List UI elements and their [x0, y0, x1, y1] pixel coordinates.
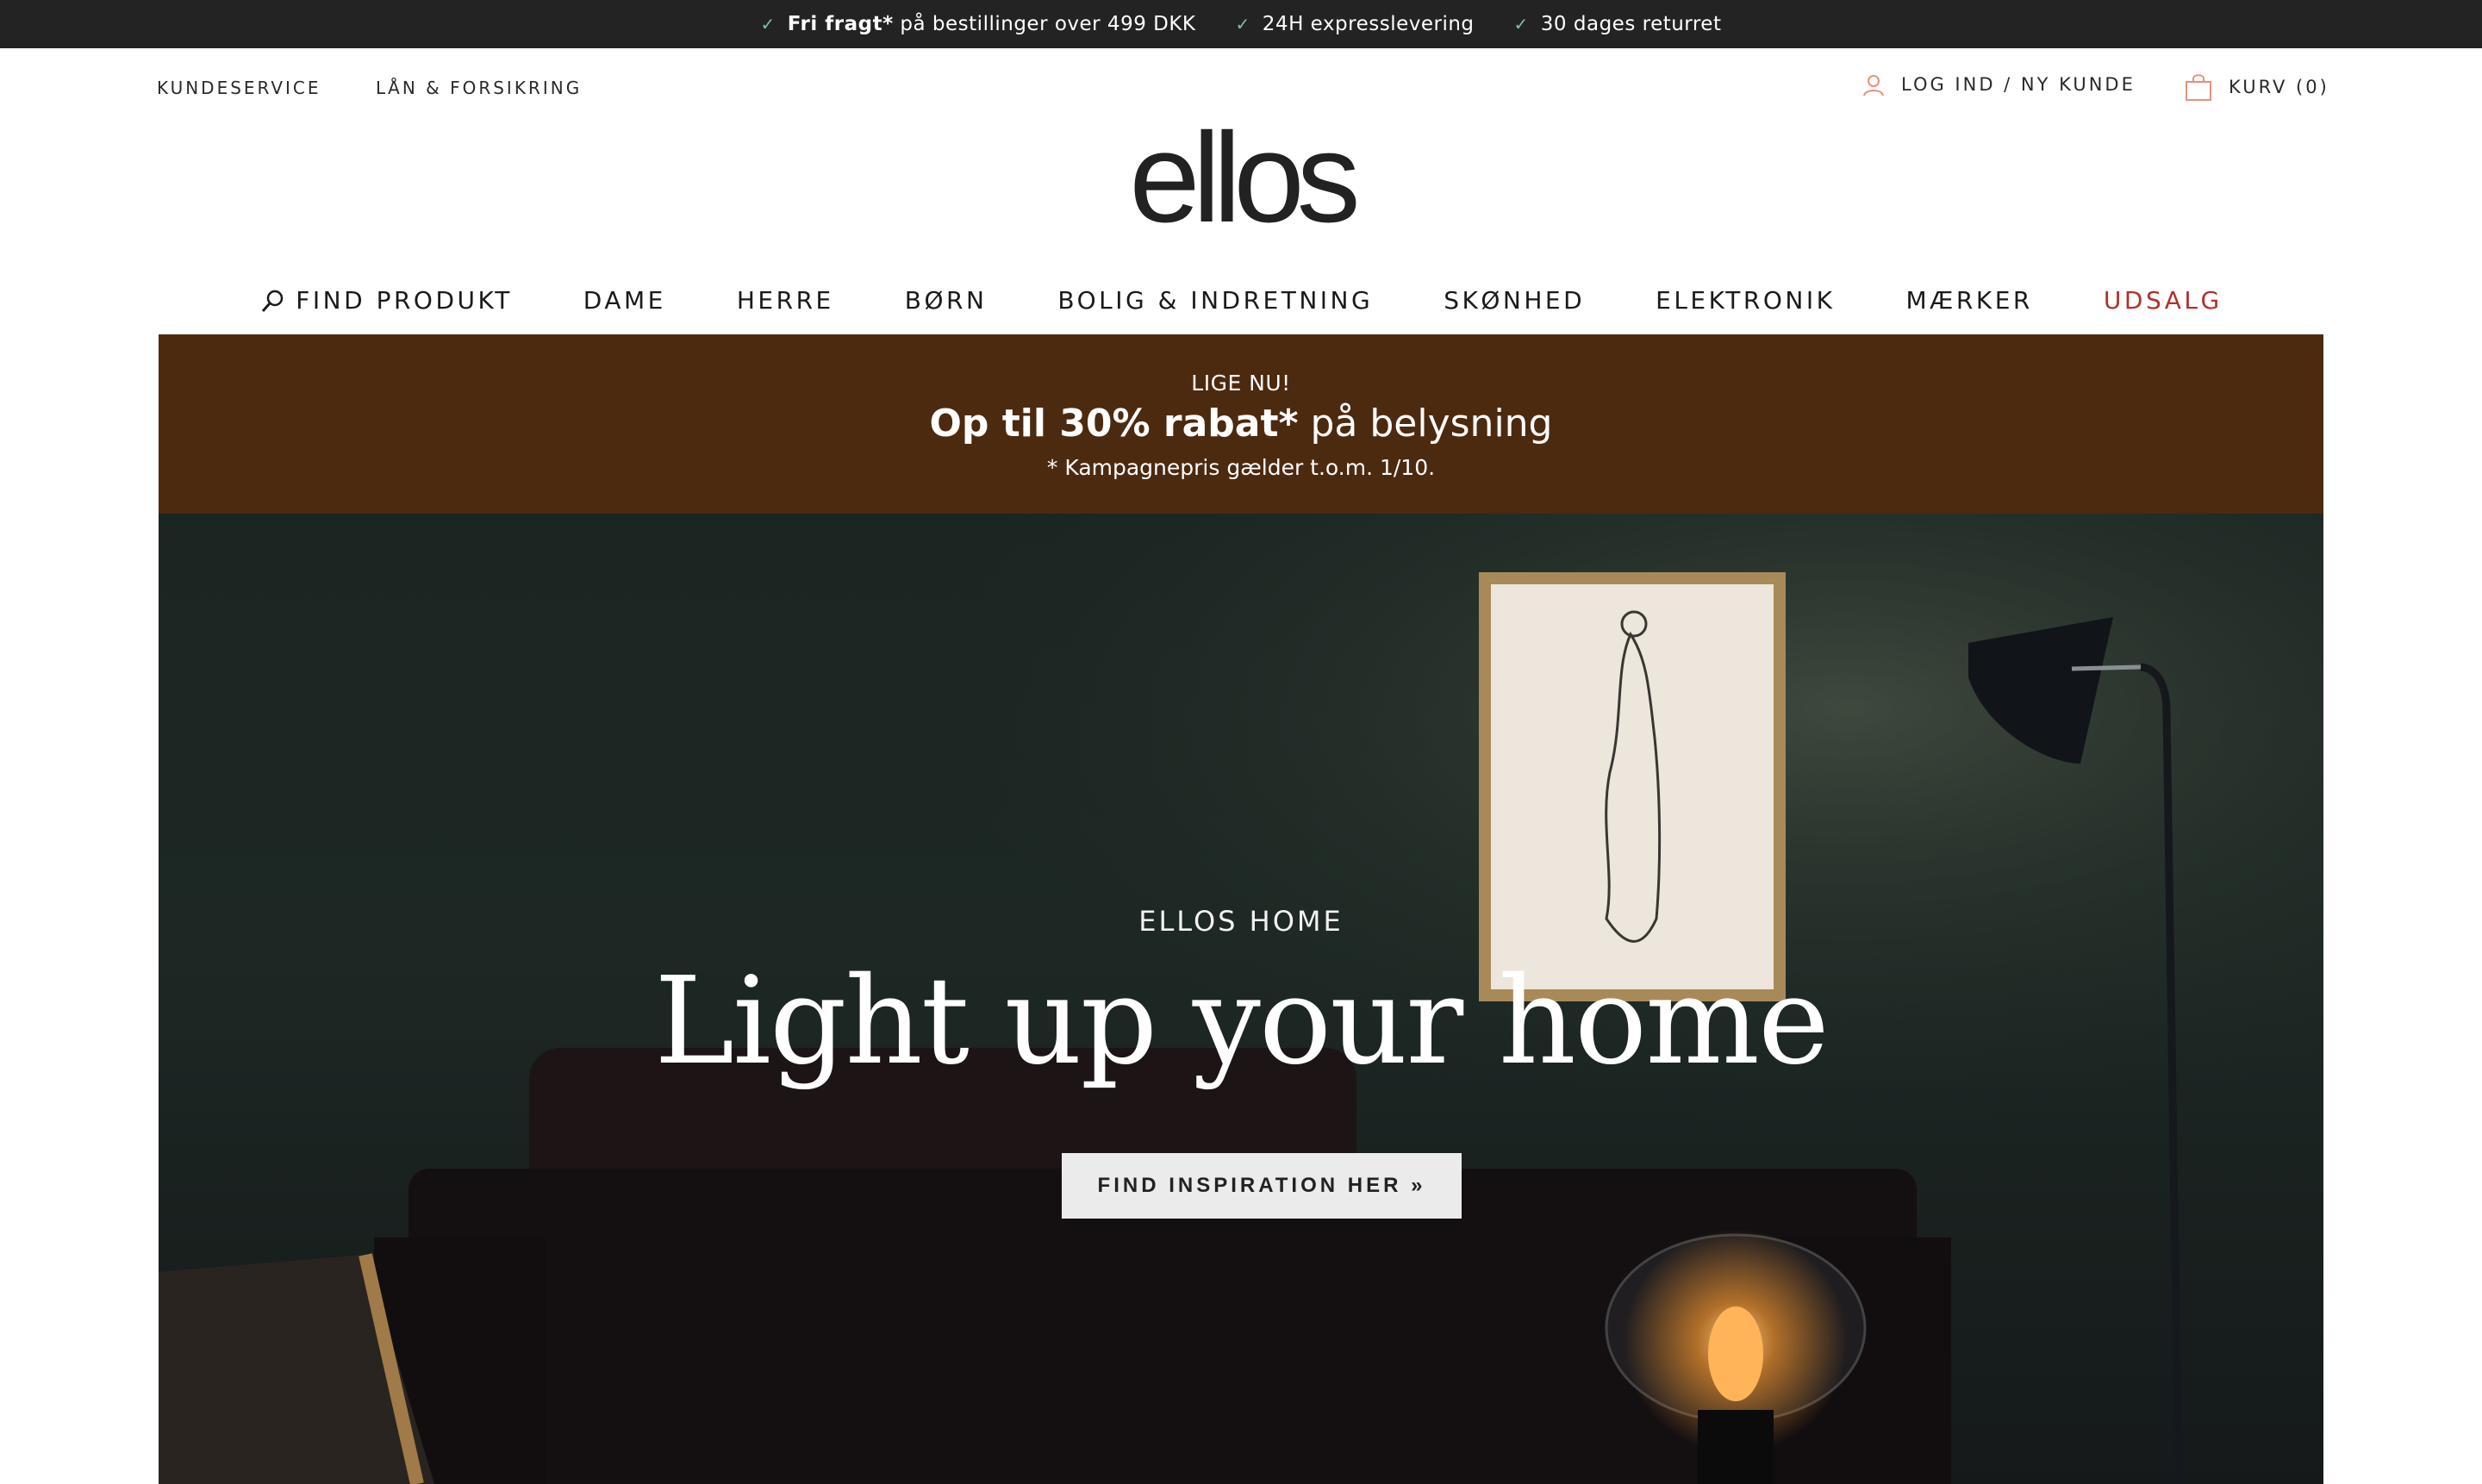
hero-title: Light up your home	[654, 951, 1830, 1092]
nav-item-dame[interactable]: DAME	[548, 286, 702, 315]
promo-headline: Op til 30% rabat* på belysning	[159, 402, 2323, 446]
hero-kicker: ELLOS HOME	[1138, 905, 1344, 938]
nav-item-bolig[interactable]: BOLIG & INDRETNING	[1022, 286, 1408, 315]
check-icon: ✓	[760, 14, 776, 34]
shopping-bag-icon	[2186, 74, 2211, 101]
usp-text: Fri fragt* på bestillinger over 499 DKK	[788, 13, 1196, 35]
customer-service-link[interactable]: KUNDESERVICE	[157, 78, 321, 98]
find-inspiration-button[interactable]: FIND INSPIRATION HER »	[1062, 1153, 1462, 1219]
usp-strong: Fri fragt*	[787, 13, 894, 35]
main-nav: FIND PRODUKT DAME HERRE BØRN BOLIG & IND…	[0, 286, 2482, 315]
promo-banner[interactable]: LIGE NU! Op til 30% rabat* på belysning …	[159, 334, 2323, 514]
nav-item-born[interactable]: BØRN	[870, 286, 1023, 315]
nav-item-skonhed[interactable]: SKØNHED	[1408, 286, 1620, 315]
usp-item-express: ✓ 24H expresslevering	[1236, 13, 1475, 35]
usp-text: 30 dages returret	[1540, 13, 1722, 35]
nav-item-udsalg[interactable]: UDSALG	[2068, 286, 2258, 315]
usp-bar: ✓ Fri fragt* på bestillinger over 499 DK…	[0, 0, 2482, 48]
promo-note: * Kampagnepris gælder t.o.m. 1/10.	[1046, 455, 1436, 480]
check-icon: ✓	[1235, 14, 1250, 34]
logo[interactable]: ellos	[0, 115, 2482, 242]
logo-text: ellos	[1129, 107, 1360, 249]
cart-label: KURV (0)	[2229, 77, 2329, 97]
hero-banner[interactable]: ELLOS HOME Light up your home FIND INSPI…	[159, 514, 2323, 1484]
promo-kicker: LIGE NU!	[1191, 371, 1291, 396]
search-icon	[262, 290, 284, 312]
check-icon: ✓	[1513, 14, 1529, 34]
cart-link[interactable]: KURV (0)	[2184, 72, 2329, 102]
nav-item-herre[interactable]: HERRE	[702, 286, 870, 315]
promo-headline-strong: Op til 30% rabat*	[929, 402, 1299, 446]
nav-item-elektronik[interactable]: ELEKTRONIK	[1620, 286, 1870, 315]
user-icon	[1863, 75, 1884, 97]
nav-item-maerker[interactable]: MÆRKER	[1870, 286, 2067, 315]
usp-item-free-shipping: ✓ Fri fragt* på bestillinger over 499 DK…	[761, 13, 1196, 35]
nav-find-product[interactable]: FIND PRODUKT	[224, 286, 548, 315]
login-link[interactable]: LOG IND / NY KUNDE	[1862, 72, 2136, 97]
nav-find-product-label: FIND PRODUKT	[296, 286, 513, 315]
promo-headline-rest: på belysning	[1298, 402, 1553, 446]
usp-item-returns: ✓ 30 dages returret	[1514, 13, 1722, 35]
usp-rest: på bestillinger over 499 DKK	[893, 13, 1196, 35]
login-label: LOG IND / NY KUNDE	[1901, 74, 2136, 95]
loans-insurance-link[interactable]: LÅN & FORSIKRING	[376, 78, 582, 98]
usp-text: 24H expresslevering	[1262, 13, 1475, 35]
